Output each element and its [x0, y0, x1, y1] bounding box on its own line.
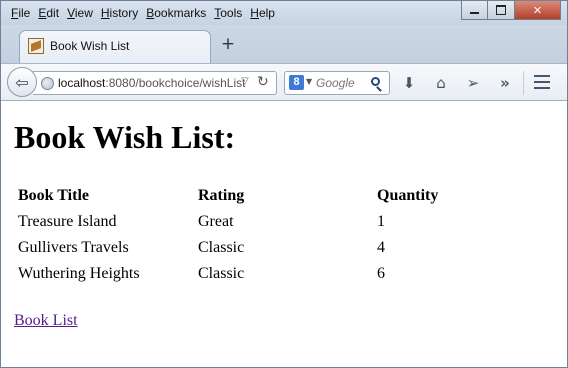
- browser-window: File Edit View History Bookmarks Tools H…: [0, 0, 568, 368]
- column-header-title: Book Title: [18, 187, 89, 204]
- menu-help-key: H: [250, 6, 259, 20]
- menu-history-key: H: [100, 6, 110, 20]
- quantity-cell: 4: [377, 239, 385, 256]
- minimize-button[interactable]: [461, 1, 488, 20]
- url-dropdown-icon[interactable]: ▽: [241, 76, 249, 87]
- reload-icon[interactable]: ↻: [257, 74, 269, 90]
- book-title-cell: Wuthering Heights: [18, 265, 140, 282]
- table-header-row: Book Title Rating Quantity: [15, 183, 497, 209]
- page-title: Book Wish List:: [14, 119, 236, 155]
- search-engine-icon[interactable]: 8: [289, 75, 304, 90]
- maximize-icon: [496, 5, 506, 15]
- book-list-link[interactable]: Book List: [14, 312, 78, 330]
- rating-cell: Classic: [198, 239, 245, 256]
- menu-tools[interactable]: Tools: [210, 4, 246, 22]
- search-bar[interactable]: 8 ▼ Google: [284, 71, 390, 95]
- url-path: :8080/bookchoice/wishList: [105, 76, 246, 90]
- wish-list-table: Book Title Rating Quantity Treasure Isla…: [15, 183, 497, 287]
- menu-edit[interactable]: Edit: [34, 4, 63, 22]
- rating-cell: Great: [198, 213, 234, 230]
- search-engine-dropdown-icon[interactable]: ▼: [306, 77, 312, 86]
- close-button[interactable]: ✕: [515, 1, 561, 20]
- column-header-rating: Rating: [198, 187, 245, 204]
- menu-file[interactable]: File: [7, 4, 34, 22]
- tab-title: Book Wish List: [50, 39, 130, 53]
- table-row: Treasure Island Great 1: [15, 209, 497, 235]
- page-content: Book Wish List: Book Title Rating Quanti…: [1, 101, 567, 367]
- new-tab-button[interactable]: +: [219, 35, 237, 53]
- book-title-cell: Gullivers Travels: [18, 239, 129, 256]
- menu-icon[interactable]: [534, 75, 550, 89]
- tab-strip: Book Wish List +: [1, 25, 567, 63]
- menu-file-label: ile: [18, 6, 31, 20]
- menu-history[interactable]: History: [97, 4, 142, 22]
- menu-help[interactable]: Help: [246, 4, 279, 22]
- search-icon[interactable]: [371, 77, 380, 86]
- back-button[interactable]: ⇦: [7, 67, 37, 97]
- home-icon[interactable]: ⌂: [429, 71, 453, 95]
- menu-help-label: elp: [258, 6, 275, 20]
- globe-icon: [41, 77, 54, 90]
- menu-view[interactable]: View: [63, 4, 97, 22]
- book-favicon-icon: [28, 38, 44, 54]
- menu-bookmarks[interactable]: Bookmarks: [142, 4, 210, 22]
- menu-edit-label: dit: [46, 6, 60, 20]
- title-bar: File Edit View History Bookmarks Tools H…: [1, 1, 567, 25]
- overflow-icon[interactable]: »: [493, 71, 517, 95]
- quantity-cell: 6: [377, 265, 385, 282]
- url-host: localhost: [58, 76, 106, 90]
- toolbar-separator: [523, 71, 524, 95]
- back-icon: ⇦: [15, 72, 29, 92]
- menu-tools-label: ools: [220, 6, 243, 20]
- table-row: Wuthering Heights Classic 6: [15, 261, 497, 287]
- menu-view-key: V: [67, 6, 75, 20]
- menu-history-label: istory: [109, 6, 139, 20]
- table-row: Gullivers Travels Classic 4: [15, 235, 497, 261]
- menu-bookmarks-label: ookmarks: [154, 6, 207, 20]
- window-controls: ✕: [461, 1, 561, 21]
- quantity-cell: 1: [377, 213, 385, 230]
- download-icon[interactable]: ⬇: [397, 71, 421, 95]
- minimize-icon: [470, 12, 479, 14]
- tab-book-wish-list[interactable]: Book Wish List: [19, 30, 211, 63]
- maximize-button[interactable]: [488, 1, 515, 20]
- plus-icon: +: [220, 34, 236, 54]
- url-text[interactable]: localhost:8080/bookchoice/wishList: [58, 76, 245, 90]
- column-header-quantity: Quantity: [377, 187, 439, 204]
- close-icon: ✕: [532, 3, 543, 17]
- navigation-toolbar: localhost:8080/bookchoice/wishList ▽ ↻ ⇦…: [1, 63, 567, 101]
- search-placeholder: Google: [316, 76, 355, 90]
- address-bar[interactable]: localhost:8080/bookchoice/wishList ▽ ↻: [33, 71, 277, 95]
- menu-bar: File Edit View History Bookmarks Tools H…: [7, 4, 279, 22]
- menu-view-label: iew: [74, 6, 93, 20]
- book-title-cell: Treasure Island: [18, 213, 117, 230]
- send-icon[interactable]: ➢: [461, 71, 485, 95]
- rating-cell: Classic: [198, 265, 245, 282]
